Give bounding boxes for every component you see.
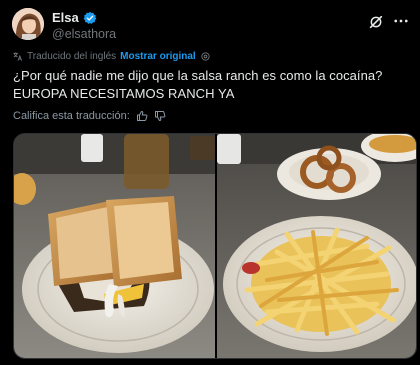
sandwich-photo[interactable]	[14, 134, 215, 359]
translation-bar: Traducido del inglés Mostrar original	[12, 51, 211, 62]
avatar[interactable]	[12, 8, 44, 40]
thumbs-up-icon[interactable]	[136, 110, 148, 122]
display-name[interactable]: Elsa	[52, 10, 79, 25]
fries-photo[interactable]	[217, 134, 417, 359]
show-original-link[interactable]: Mostrar original	[120, 51, 196, 62]
translation-label: Traducido del inglés	[27, 51, 117, 62]
info-icon[interactable]	[200, 51, 211, 62]
media-grid	[13, 133, 417, 359]
tweet-header: Elsa @elsathora	[12, 8, 410, 42]
rate-translation: Califica esta traducción:	[13, 110, 166, 122]
tweet-text: ¿Por qué nadie me dijo que la salsa ranc…	[13, 68, 383, 101]
translate-icon	[13, 52, 23, 61]
avatar-image	[12, 8, 44, 40]
more-icon[interactable]	[392, 12, 410, 30]
verified-badge-icon	[83, 11, 97, 24]
user-handle[interactable]: @elsathora	[52, 27, 116, 41]
rate-translation-label: Califica esta traducción:	[13, 110, 130, 122]
thumbs-down-icon[interactable]	[154, 110, 166, 122]
name-row: Elsa	[52, 10, 97, 25]
tweet-card: Elsa @elsathora Traducido del inglés Mos…	[0, 0, 420, 365]
grok-icon[interactable]	[368, 14, 384, 30]
